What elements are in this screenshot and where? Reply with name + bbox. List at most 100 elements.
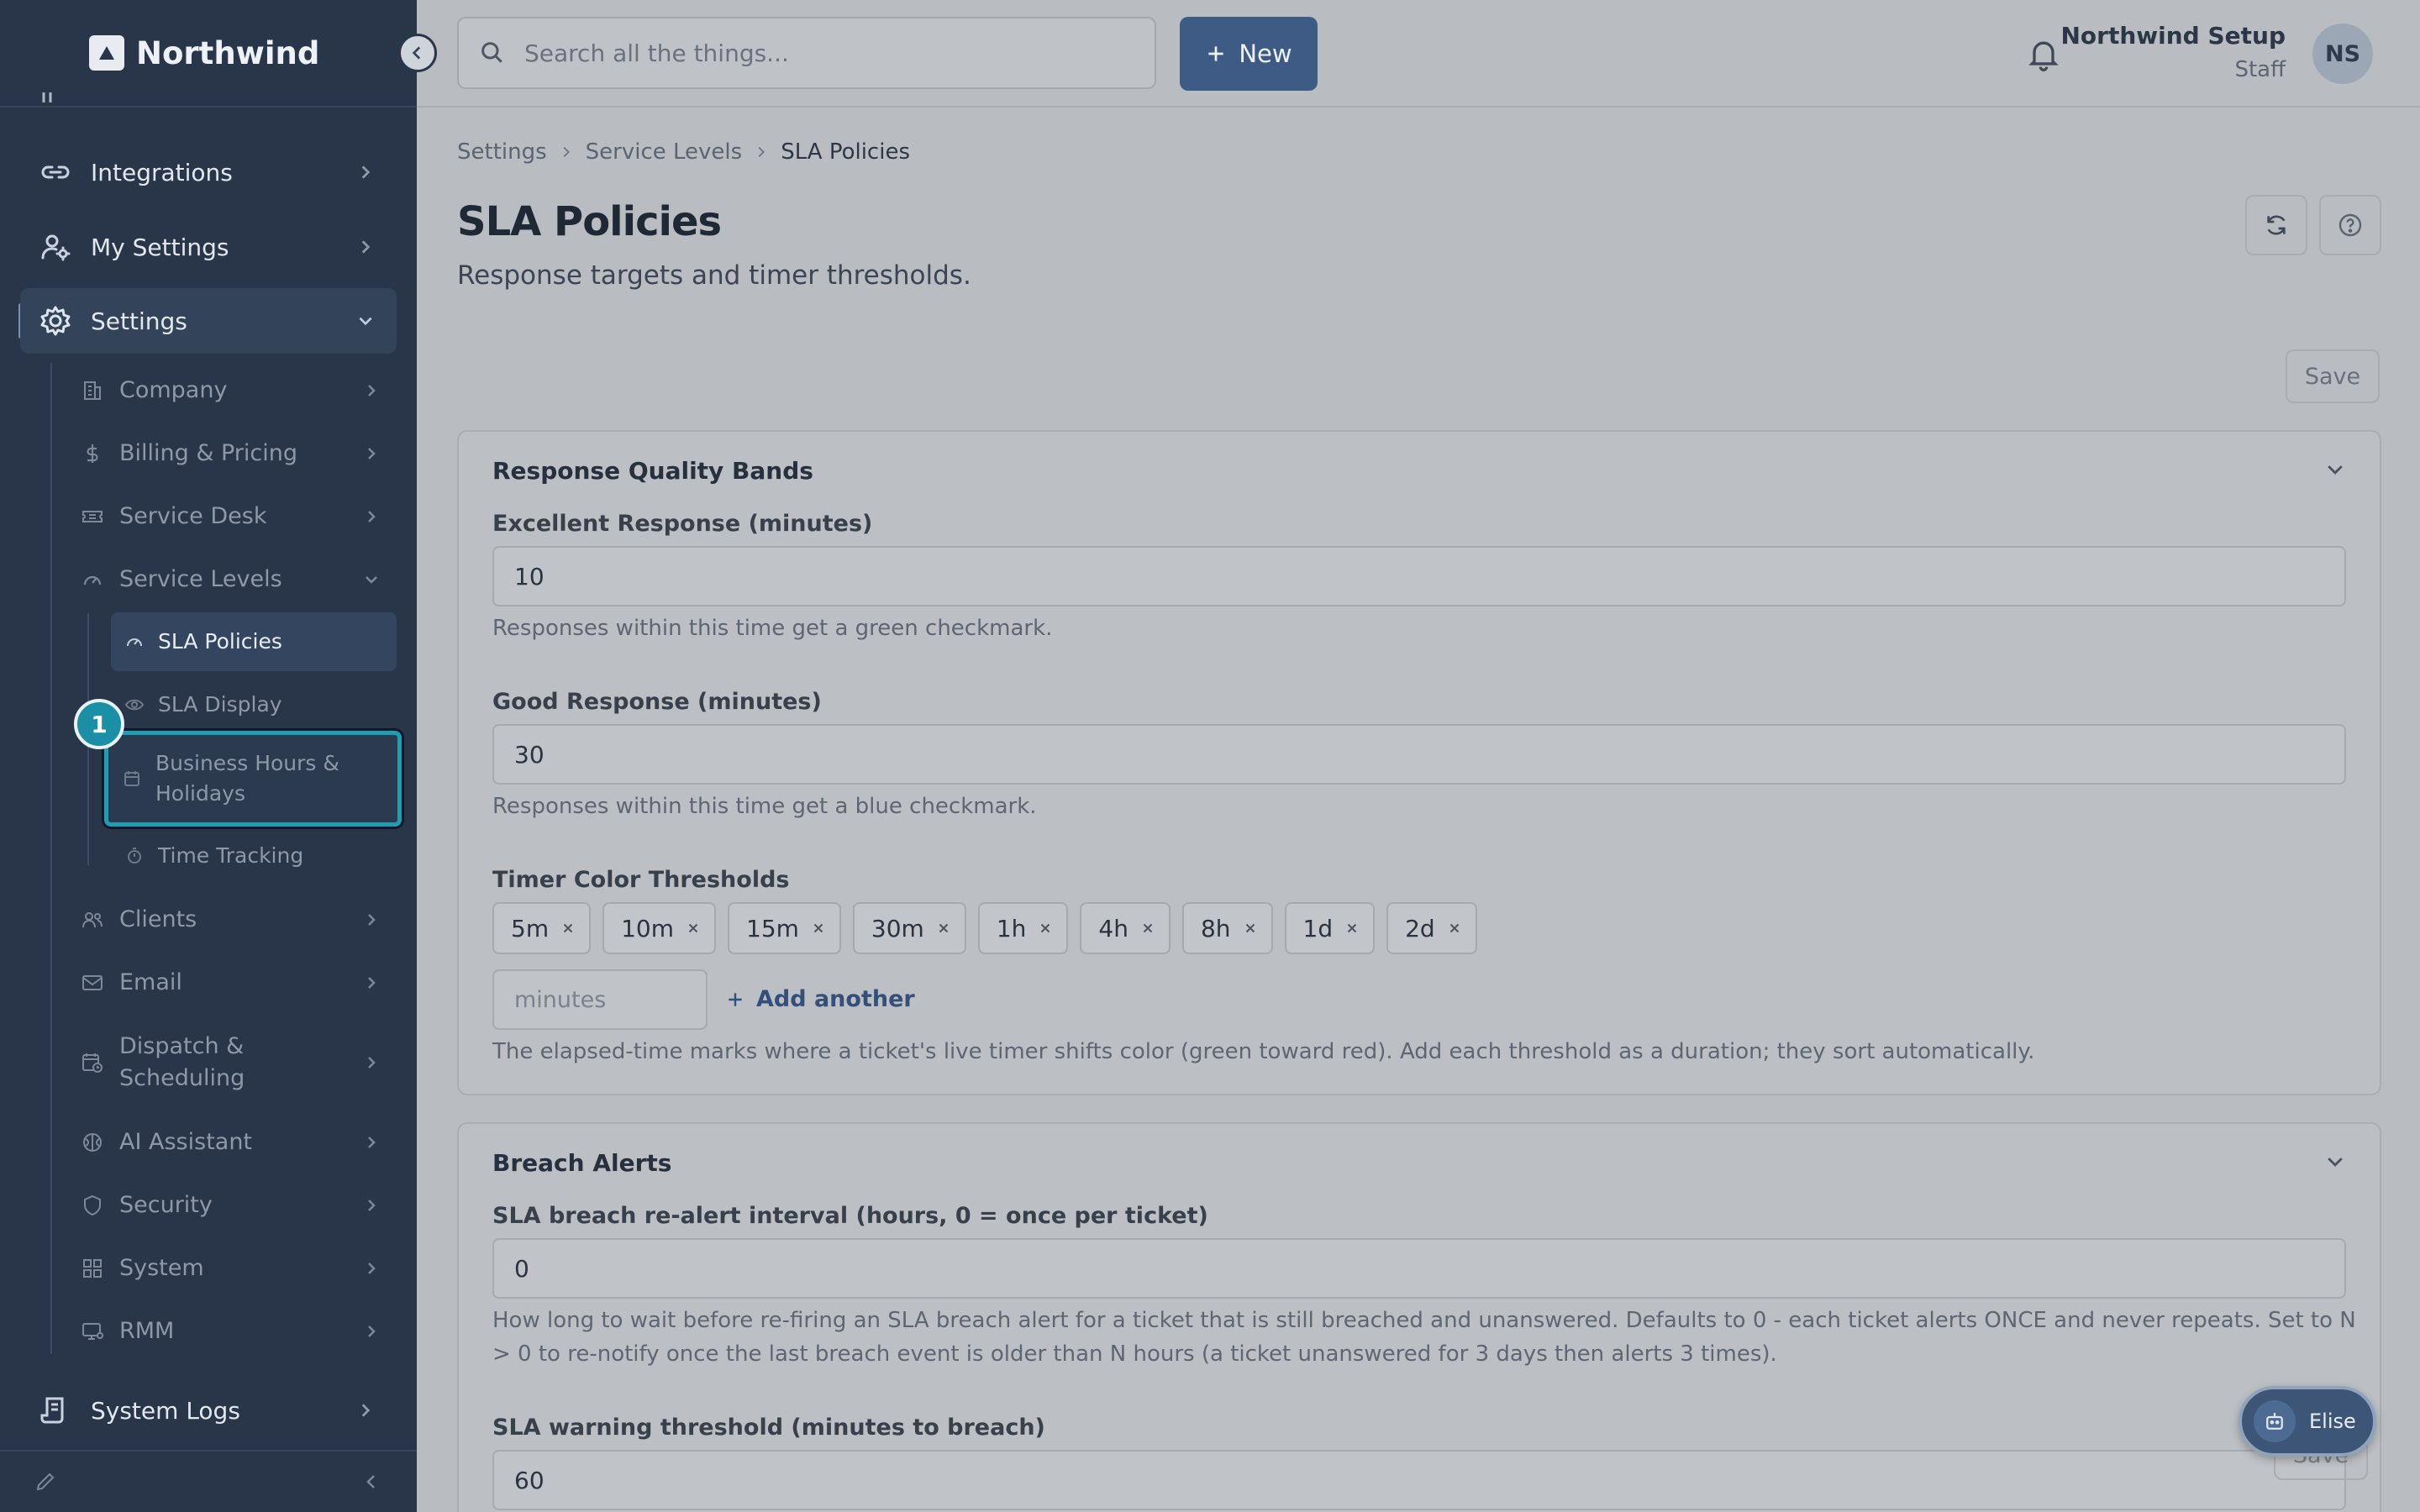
chip-label: 10m xyxy=(621,914,674,942)
sidebar-item-label: My Settings xyxy=(91,233,229,261)
sidebar-item-label: RMM xyxy=(119,1318,175,1344)
new-button[interactable]: New xyxy=(1180,17,1318,91)
sidebar-item-my-settings[interactable]: My Settings xyxy=(20,214,397,280)
sidebar-item-business-hours[interactable]: Business Hours & Holidays xyxy=(104,731,402,827)
help-button[interactable] xyxy=(2319,195,2381,255)
chevron-right-icon xyxy=(368,1057,376,1068)
chevron-right-icon xyxy=(758,146,765,158)
topbar: New Northwind Setup Staff NS xyxy=(417,0,2420,108)
tree-line xyxy=(50,363,52,1354)
realert-interval-help: How long to wait before re-firing an SLA… xyxy=(492,1308,2356,1367)
chevron-right-icon xyxy=(368,977,376,989)
close-icon[interactable] xyxy=(1344,921,1360,936)
chevron-down-icon[interactable] xyxy=(2324,459,2346,480)
threshold-chip: 8h xyxy=(1181,902,1273,954)
calendar-clock-icon xyxy=(82,1053,103,1073)
save-button[interactable]: Save xyxy=(2286,349,2380,403)
assistant-button[interactable]: Elise xyxy=(2238,1386,2376,1457)
breadcrumb-settings[interactable]: Settings xyxy=(457,139,547,165)
sidebar-item-time-tracking[interactable]: Time Tracking xyxy=(111,827,397,885)
chevron-down-icon[interactable] xyxy=(2324,1151,2346,1173)
step-badge: 1 xyxy=(74,699,124,749)
search-input[interactable] xyxy=(524,39,1113,67)
gauge-icon xyxy=(83,575,102,585)
sidebar-item-service-levels[interactable]: Service Levels xyxy=(66,550,397,609)
close-icon[interactable] xyxy=(1140,921,1155,936)
add-another-label: Add another xyxy=(756,986,915,1012)
page-subtitle: Response targets and timer thresholds. xyxy=(457,260,971,291)
eye-icon xyxy=(124,699,145,711)
sidebar-item-billing[interactable]: Billing & Pricing xyxy=(66,424,397,483)
sidebar-item-rmm[interactable]: RMM xyxy=(66,1302,397,1361)
breadcrumb-current: SLA Policies xyxy=(781,139,910,165)
pencil-icon[interactable] xyxy=(34,1470,57,1494)
breadcrumb-service-levels[interactable]: Service Levels xyxy=(586,139,743,165)
sidebar-item-ai-assistant[interactable]: AI Assistant xyxy=(66,1113,397,1172)
sidebar-item-settings[interactable]: Settings xyxy=(20,288,397,354)
close-icon[interactable] xyxy=(1243,921,1258,936)
chip-label: 2d xyxy=(1405,914,1435,942)
excellent-response-label: Excellent Response (minutes) xyxy=(492,511,873,537)
chip-label: 1h xyxy=(996,914,1027,942)
close-icon[interactable] xyxy=(686,921,701,936)
user-name[interactable]: Northwind Setup xyxy=(2060,22,2286,50)
sidebar-item-system[interactable]: System xyxy=(66,1239,397,1298)
sidebar-item-integrations[interactable]: Integrations xyxy=(20,139,397,205)
good-response-input[interactable] xyxy=(492,724,2346,785)
excellent-response-input[interactable] xyxy=(492,546,2346,606)
sidebar-item-label: Security xyxy=(119,1192,213,1218)
sidebar-item-email[interactable]: Email xyxy=(66,953,397,1012)
search-icon xyxy=(481,42,502,63)
chip-label: 4h xyxy=(1098,914,1128,942)
minutes-input[interactable] xyxy=(492,969,708,1030)
close-icon[interactable] xyxy=(936,921,951,936)
sidebar-brand[interactable]: Northwind xyxy=(0,0,417,108)
sidebar-item-system-logs[interactable]: System Logs xyxy=(20,1378,397,1443)
close-icon[interactable] xyxy=(1038,921,1053,936)
sidebar-item-sla-display[interactable]: SLA Display xyxy=(111,675,397,734)
chip-label: 15m xyxy=(746,914,799,942)
avatar[interactable]: NS xyxy=(2312,24,2373,84)
sidebar-item-label: Time Tracking xyxy=(158,843,304,868)
refresh-button[interactable] xyxy=(2245,195,2307,255)
card-title[interactable]: Breach Alerts xyxy=(492,1149,671,1177)
chevron-left-icon[interactable] xyxy=(360,1470,383,1494)
add-another-button[interactable]: Add another xyxy=(726,986,915,1012)
sidebar-item-label: Service Levels xyxy=(119,566,282,592)
sidebar-item-company[interactable]: Company xyxy=(66,361,397,420)
close-icon[interactable] xyxy=(1447,921,1462,936)
chevron-right-icon xyxy=(361,240,371,254)
shield-icon xyxy=(84,1194,101,1216)
sidebar-item-sla-policies[interactable]: SLA Policies xyxy=(111,612,397,671)
plus-icon xyxy=(729,992,742,1006)
response-quality-bands-card: Response Quality Bands Excellent Respons… xyxy=(457,430,2381,1095)
bell-icon[interactable] xyxy=(2025,35,2062,72)
good-response-help: Responses within this time get a blue ch… xyxy=(492,794,1037,819)
threshold-chip: 2d xyxy=(1386,902,1477,954)
sidebar-item-service-desk[interactable]: Service Desk xyxy=(66,487,397,546)
threshold-chips: 5m 10m 15m 30m 1h 4h 8h 1d 2d xyxy=(492,902,1489,954)
sidebar-item-label: Business Hours & Holidays xyxy=(155,751,339,806)
close-icon[interactable] xyxy=(560,921,576,936)
sidebar-item-dispatch[interactable]: Dispatch & Scheduling xyxy=(66,1030,397,1095)
sidebar-item-clients[interactable]: Clients xyxy=(66,890,397,949)
chevron-right-icon xyxy=(368,448,376,459)
threshold-chip: 5m xyxy=(492,902,592,954)
threshold-chip: 1d xyxy=(1284,902,1376,954)
brain-icon xyxy=(83,1133,102,1152)
sidebar-item-security[interactable]: Security xyxy=(66,1176,397,1235)
chip-label: 1d xyxy=(1302,914,1334,942)
chevron-right-icon xyxy=(368,1263,376,1274)
threshold-chip: 15m xyxy=(728,902,841,954)
close-icon[interactable] xyxy=(811,921,826,936)
chevron-down-icon xyxy=(359,317,372,326)
sidebar-item-label: Integrations xyxy=(91,158,233,186)
sidebar-item-label: Billing & Pricing xyxy=(119,440,298,466)
realert-interval-input[interactable] xyxy=(492,1238,2346,1299)
warning-threshold-input[interactable] xyxy=(492,1450,2346,1510)
ticket-icon xyxy=(82,511,103,522)
card-title[interactable]: Response Quality Bands xyxy=(492,457,813,485)
search-box[interactable] xyxy=(457,17,1156,89)
sidebar-collapse-button[interactable] xyxy=(398,34,437,72)
monitor-icon xyxy=(82,1323,103,1340)
